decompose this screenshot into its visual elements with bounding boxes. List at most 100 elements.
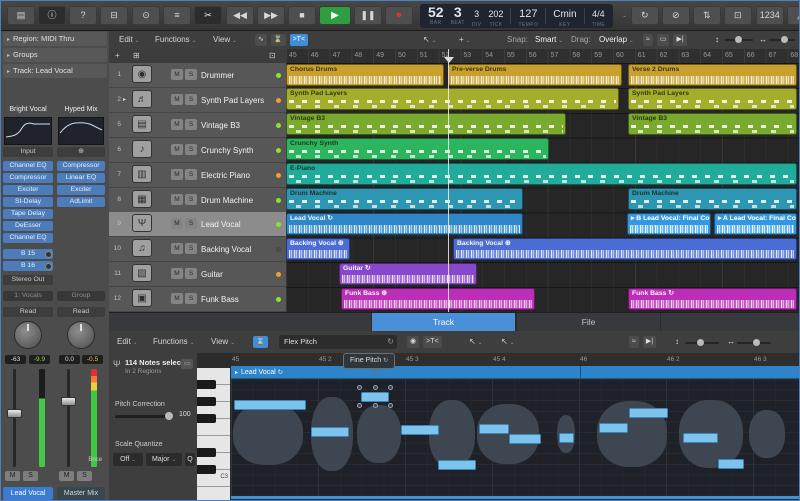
snap-selector[interactable]: Smart⌄ (535, 35, 563, 44)
scale-root-select[interactable]: Off⌄ (113, 453, 143, 466)
slider-thumb[interactable] (697, 339, 704, 346)
mute-button[interactable]: M (171, 268, 183, 279)
low-latency-icon[interactable]: ⊡ (724, 6, 752, 25)
view-menu[interactable]: View⌄ (211, 337, 235, 346)
solo-button[interactable]: S (185, 194, 197, 205)
quantize-button[interactable]: Q (185, 453, 195, 466)
lcd-div-value[interactable]: 3 (472, 3, 482, 22)
duplicate-track-button[interactable]: ⊞ (131, 50, 142, 61)
output-slot[interactable]: Stereo Out (3, 275, 53, 285)
solo-button[interactable]: S (185, 94, 197, 105)
horizontal-zoom-icon[interactable]: ↔ (759, 35, 767, 44)
automation-mode-slot[interactable]: Read (57, 307, 105, 317)
flex-icon[interactable]: ⌛ (253, 336, 268, 348)
pan-value[interactable]: 0.0 (59, 355, 80, 364)
region-vintage-b3[interactable]: Vintage B3 (628, 113, 797, 135)
region-box-icon[interactable]: ▭ (181, 359, 193, 369)
send-knob[interactable] (45, 251, 52, 258)
editor-beat-ruler[interactable]: 4545 245 345 44646 246 3 (231, 353, 799, 367)
stop-button[interactable]: ■ (288, 6, 316, 25)
solo-button[interactable]: S (185, 268, 197, 279)
pan-value[interactable]: -63 (5, 355, 26, 364)
lcd-key-value[interactable]: Cmin (553, 3, 576, 22)
track-header-drum-machine[interactable]: 8▦MSDrum Machine (109, 188, 286, 213)
track-header-guitar[interactable]: 11▧MSGuitar (109, 262, 286, 287)
plugin-slot-compressor[interactable]: Compressor (57, 161, 105, 171)
mixer-icon[interactable]: ≡ (163, 6, 191, 25)
waveform-zoom-icon[interactable]: ≈ (629, 336, 639, 348)
pointer-tool-selector[interactable]: ↖⌄ (423, 35, 436, 44)
region-vintage-b3[interactable]: Vintage B3 (286, 113, 566, 135)
flex-pitch-note-selected[interactable] (361, 392, 389, 402)
disclosure-icon[interactable]: ▸ (7, 37, 10, 43)
midi-in-icon[interactable]: ◉ (407, 336, 419, 348)
region-lead-vocal-final-com[interactable]: ▸ B Lead Vocal: Final Com (627, 213, 711, 235)
lcd-beat-value[interactable]: 3 (451, 5, 465, 20)
plugin-slot-deesser[interactable]: DeEsser (3, 221, 53, 231)
inspector-icon[interactable]: ⓘ (38, 6, 66, 25)
pan-knob[interactable] (14, 321, 42, 349)
region-lead-vocal[interactable]: Lead Vocal ↻ (286, 213, 523, 235)
gain-slot[interactable]: ⊕ (57, 147, 105, 157)
arrange-area[interactable]: Chorus DrumsPre-verse DrumsVerse 2 Drums… (286, 63, 799, 312)
groups-inspector-header[interactable]: ▸Groups (3, 48, 107, 62)
plugin-slot-channel-eq[interactable]: Channel EQ (3, 161, 53, 171)
tab-file[interactable]: File (516, 313, 661, 331)
pitch-correction-thumb[interactable] (165, 412, 173, 420)
flex-pitch-canvas[interactable] (231, 379, 799, 496)
region-inspector-header[interactable]: ▸Region: MIDI Thru (3, 32, 107, 46)
plugin-slot-channel-eq[interactable]: Channel EQ (3, 233, 53, 243)
flex-pitch-note[interactable] (401, 425, 439, 435)
region-guitar[interactable]: Guitar ↻ (339, 263, 477, 285)
region-play-icon[interactable]: ▸ (235, 370, 238, 376)
disclosure-icon[interactable]: ▸ (7, 53, 10, 59)
vertical-zoom-slider[interactable] (685, 342, 719, 344)
piano-black-key[interactable] (197, 448, 216, 457)
eq-thumbnail[interactable] (58, 117, 104, 145)
mute-button[interactable]: M (171, 194, 183, 205)
region-lead-vocal-final-co[interactable]: ▸ A Lead Vocal: Final Co (714, 213, 797, 235)
pause-button[interactable]: ❚❚ (354, 6, 382, 25)
lcd-div[interactable]: 3 DIV (472, 3, 482, 28)
strip-title[interactable]: Hyped Mix (57, 105, 105, 115)
piano-black-key[interactable] (197, 414, 216, 423)
bar-ruler[interactable]: 4546474849505152535455565758596061626364… (286, 49, 799, 64)
drag-selector[interactable]: Overlap⌄ (599, 35, 634, 44)
view-menu[interactable]: View⌄ (213, 35, 237, 44)
piano-black-key[interactable] (197, 397, 216, 406)
pointer-tool-selector[interactable]: ↖⌄ (469, 337, 482, 346)
mute-button[interactable]: M (5, 471, 20, 481)
strip-name[interactable]: Master Mix (57, 487, 105, 500)
flex-pitch-note[interactable] (629, 408, 668, 418)
region-funk-bass[interactable]: Funk Bass ↻ (628, 288, 797, 310)
count-in-icon[interactable]: 1234 (756, 6, 784, 25)
slider-thumb[interactable] (735, 36, 742, 43)
lcd-bar[interactable]: 52 BAR (428, 5, 444, 26)
edit-menu[interactable]: Edit⌄ (119, 35, 139, 44)
flex-pitch-note[interactable] (509, 434, 541, 444)
solo-button[interactable]: S (185, 243, 197, 254)
quick-help-icon[interactable]: ? (69, 6, 97, 25)
flex-mode-selector[interactable]: Flex Pitch ↻ (279, 335, 397, 349)
piano-black-key[interactable] (197, 465, 216, 474)
fader-cap[interactable] (7, 409, 22, 418)
disclosure-icon[interactable]: ▸ (7, 69, 10, 75)
scale-type-select[interactable]: Major⌄ (146, 453, 182, 466)
lcd-time-signature[interactable]: 4/4 TIME (592, 3, 606, 28)
note-hotspot[interactable] (388, 403, 393, 408)
note-hotspot[interactable] (357, 403, 362, 408)
secondary-tool-selector[interactable]: ↖⌄ (501, 337, 514, 346)
mute-button[interactable]: M (171, 119, 183, 130)
note-hotspot[interactable] (373, 403, 378, 408)
flex-pitch-note[interactable] (438, 460, 476, 470)
region-backing-vocal[interactable]: Backing Vocal ⊕ (286, 238, 350, 260)
plugin-slot-linear-eq[interactable]: Linear EQ (57, 173, 105, 183)
track-header-drummer[interactable]: 1◉MSDrummer (109, 63, 286, 88)
lcd-tick-value[interactable]: 202 (488, 3, 503, 22)
flex-pitch-icon[interactable]: >T< (423, 336, 441, 348)
solo-button[interactable]: S (23, 471, 38, 481)
region-drum-machine[interactable]: Drum Machine (628, 188, 797, 210)
note-hotspot[interactable] (373, 385, 378, 390)
track-header-vintage-b3[interactable]: 5▤MSVintage B3 (109, 113, 286, 138)
solo-button[interactable]: S (185, 69, 197, 80)
